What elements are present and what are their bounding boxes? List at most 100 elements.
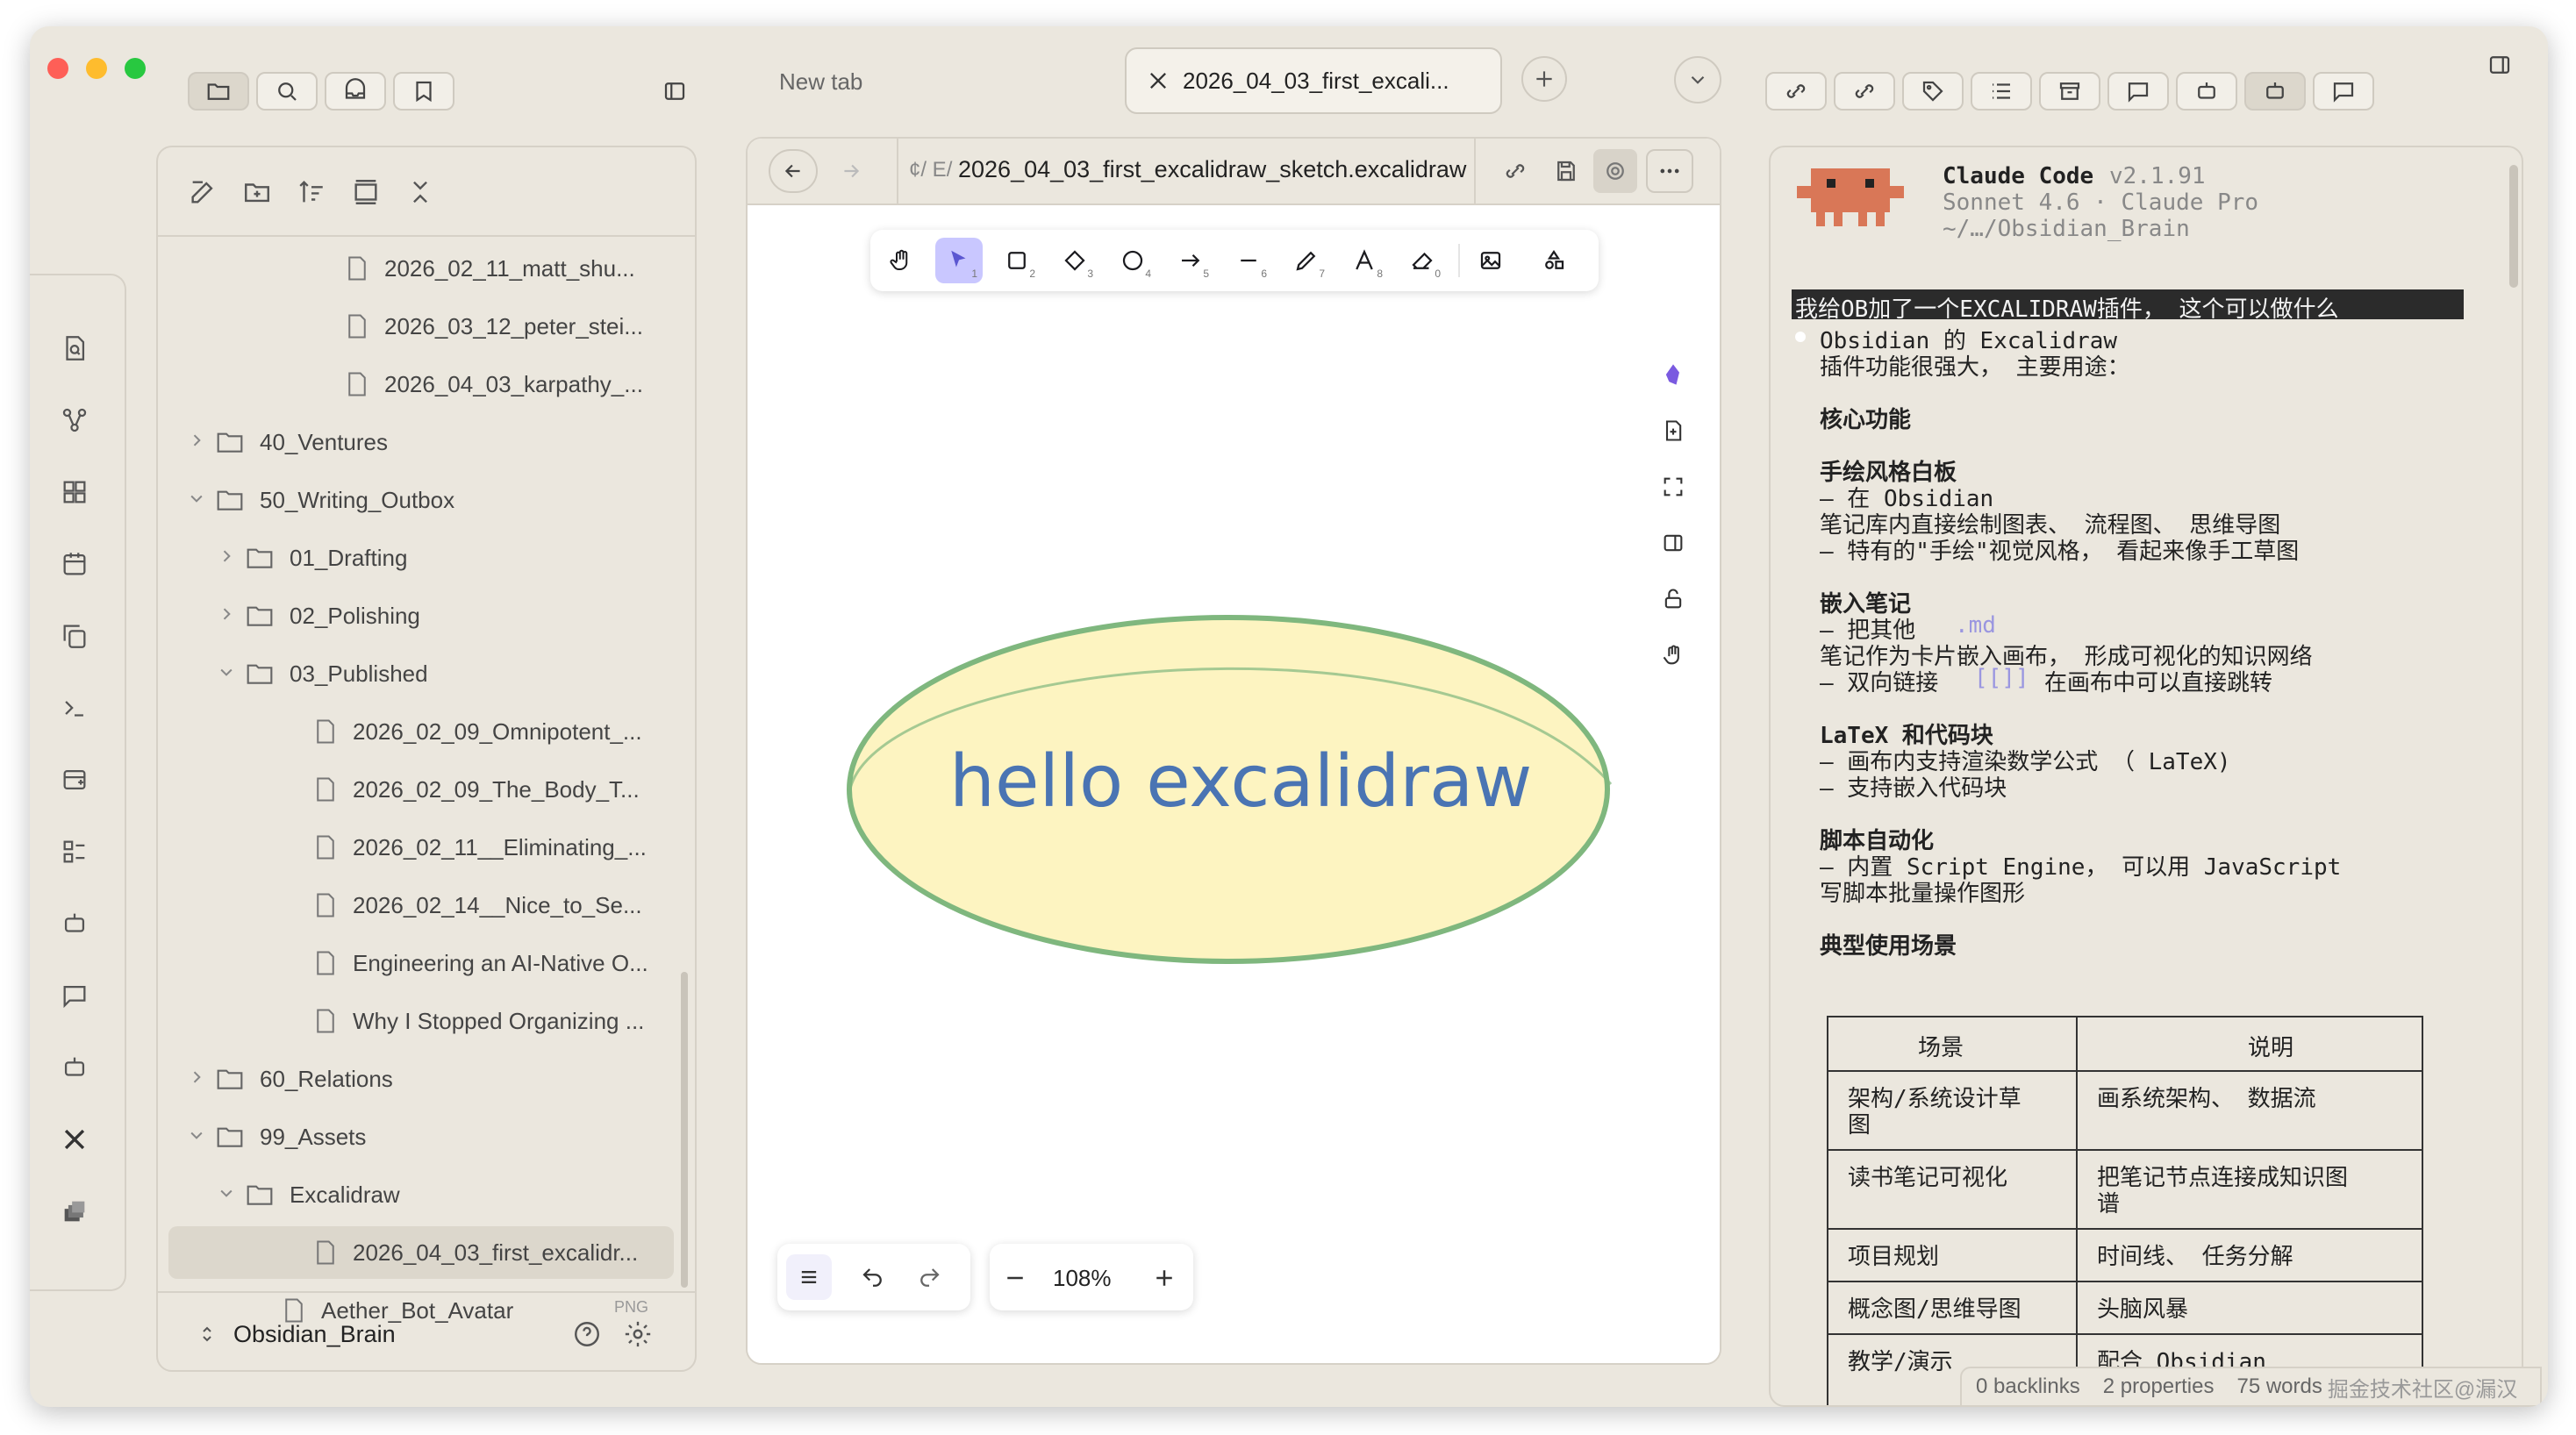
files-tab-button[interactable] (188, 72, 249, 111)
text-tool[interactable]: 8 (1341, 238, 1388, 283)
tab-list-button[interactable] (1674, 56, 1721, 104)
chevron-down-icon[interactable] (218, 1184, 235, 1202)
tree-folder[interactable]: 03_Published (246, 647, 428, 700)
ribbon-kanban-button[interactable] (56, 833, 93, 870)
tree-file[interactable]: 2026_02_09_The_Body_T... (314, 763, 640, 816)
explorer-scrollbar[interactable] (681, 972, 688, 1288)
tree-caret[interactable] (188, 432, 205, 449)
line-tool[interactable]: 6 (1225, 238, 1272, 283)
breadcrumb-prefix[interactable]: ¢/ E/ (909, 158, 952, 182)
sort-icon[interactable] (297, 177, 326, 207)
new-note-icon[interactable] (188, 177, 218, 207)
auto-reveal-icon[interactable] (351, 177, 381, 207)
tree-folder[interactable]: 99_Assets (216, 1110, 366, 1163)
status-properties[interactable]: 2 properties (2103, 1374, 2215, 1399)
link-icon[interactable] (1502, 158, 1528, 184)
tree-caret[interactable] (218, 547, 235, 565)
main-menu-button[interactable] (786, 1254, 832, 1300)
tree-file[interactable]: 2026_04_03_first_excalidr... (168, 1226, 674, 1279)
add-tab-button[interactable] (1521, 56, 1567, 102)
tree-caret[interactable] (218, 1184, 235, 1202)
tree-caret[interactable] (218, 605, 235, 623)
help-icon[interactable] (572, 1319, 602, 1349)
tree-caret[interactable] (188, 489, 205, 507)
tab-active[interactable]: 2026_04_03_first_excali... (1125, 47, 1502, 114)
bookmarks-tab-button[interactable] (325, 72, 386, 111)
tree-caret[interactable] (188, 1068, 205, 1086)
more-options-button[interactable] (1646, 149, 1693, 193)
tree-file[interactable]: Why I Stopped Organizing ... (314, 995, 644, 1047)
zoom-level[interactable]: 108% (1053, 1265, 1112, 1292)
ribbon-canvas-button[interactable] (56, 474, 93, 510)
tree-file[interactable]: 2026_02_11_matt_shu... (346, 242, 635, 295)
close-window-button[interactable] (47, 58, 68, 79)
ribbon-bot-button-2[interactable] (56, 1049, 93, 1086)
bot-button-1[interactable] (2176, 72, 2237, 111)
tree-folder[interactable]: 01_Drafting (246, 532, 407, 584)
ribbon-graph-button[interactable] (56, 402, 93, 439)
pan-tool[interactable] (1658, 640, 1688, 670)
zoom-window-button[interactable] (125, 58, 146, 79)
chevron-down-icon[interactable] (218, 663, 235, 681)
chevron-right-icon[interactable] (218, 547, 235, 565)
tree-caret[interactable] (188, 1126, 205, 1144)
rectangle-tool[interactable]: 2 (993, 238, 1041, 283)
image-tool[interactable] (1467, 238, 1514, 283)
ribbon-terminal-button[interactable] (56, 689, 93, 726)
selection-tool[interactable]: 1 (935, 238, 983, 283)
new-tab[interactable]: New tab (779, 68, 862, 96)
draw-tool[interactable]: 7 (1283, 238, 1330, 283)
insert-file-tool[interactable] (1658, 416, 1688, 446)
save-icon[interactable] (1553, 158, 1579, 184)
bookmark-tab-button[interactable] (393, 72, 454, 111)
tree-file[interactable]: Engineering an AI-Native O... (314, 937, 648, 989)
chevron-down-icon[interactable] (188, 1126, 205, 1144)
ribbon-bot-button[interactable] (56, 905, 93, 942)
tree-file[interactable]: 2026_03_12_peter_stei... (346, 300, 643, 353)
ribbon-new-card-button[interactable] (56, 761, 93, 798)
zoom-in-icon[interactable] (1151, 1265, 1177, 1291)
tree-folder[interactable]: 40_Ventures (216, 416, 388, 468)
tree-file[interactable]: 2026_04_03_karpathy_... (346, 358, 643, 411)
chat-button-1[interactable] (2107, 72, 2169, 111)
nav-back-button[interactable] (769, 149, 818, 193)
zoom-out-icon[interactable] (1002, 1265, 1028, 1291)
status-backlinks[interactable]: 0 backlinks (1976, 1374, 2080, 1399)
new-folder-icon[interactable] (242, 177, 272, 207)
collapse-all-icon[interactable] (405, 177, 435, 207)
undo-icon[interactable] (860, 1265, 886, 1291)
ribbon-stack-button[interactable] (56, 1193, 93, 1230)
toggle-left-sidebar-button[interactable] (644, 72, 705, 111)
plugin-button-2[interactable] (1834, 72, 1895, 111)
shapes-library-tool[interactable] (1530, 238, 1578, 283)
nav-forward-button[interactable] (826, 149, 876, 193)
ribbon-search-file-button[interactable] (56, 330, 93, 367)
outline-button[interactable] (1971, 72, 2032, 111)
plugin-button-1[interactable] (1765, 72, 1827, 111)
ellipse-text[interactable]: hello excalidraw (949, 740, 1532, 824)
search-tab-button[interactable] (256, 72, 318, 111)
ribbon-chat-button[interactable] (56, 977, 93, 1014)
chevron-right-icon[interactable] (188, 1068, 205, 1086)
vault-switcher[interactable]: Obsidian_Brain (197, 1312, 396, 1356)
ribbon-excalidraw-button[interactable] (56, 1121, 93, 1158)
redo-icon[interactable] (916, 1265, 942, 1291)
tree-folder[interactable]: 02_Polishing (246, 589, 420, 642)
ellipse-tool[interactable]: 4 (1109, 238, 1156, 283)
minimize-window-button[interactable] (86, 58, 107, 79)
fullscreen-tool[interactable] (1658, 472, 1688, 502)
diamond-tool[interactable]: 3 (1051, 238, 1098, 283)
tree-file[interactable]: 2026_02_11__Eliminating_... (314, 821, 647, 874)
bot-button-2[interactable] (2244, 72, 2306, 111)
arrow-tool[interactable]: 5 (1167, 238, 1214, 283)
chevron-down-icon[interactable] (188, 489, 205, 507)
terminal-scrollbar[interactable] (2509, 165, 2518, 288)
settings-button[interactable] (1593, 149, 1637, 193)
tree-file[interactable]: 2026_02_14__Nice_to_Se... (314, 879, 642, 932)
ribbon-templates-button[interactable] (56, 618, 93, 654)
hand-tool[interactable] (877, 238, 925, 283)
chat-button-2[interactable] (2313, 72, 2374, 111)
tree-folder[interactable]: 50_Writing_Outbox (216, 474, 454, 526)
toggle-right-sidebar-button[interactable] (2469, 46, 2530, 84)
claude-code-panel[interactable]: Claude Code v2.1.91 Sonnet 4.6 · Claude … (1769, 146, 2523, 1407)
